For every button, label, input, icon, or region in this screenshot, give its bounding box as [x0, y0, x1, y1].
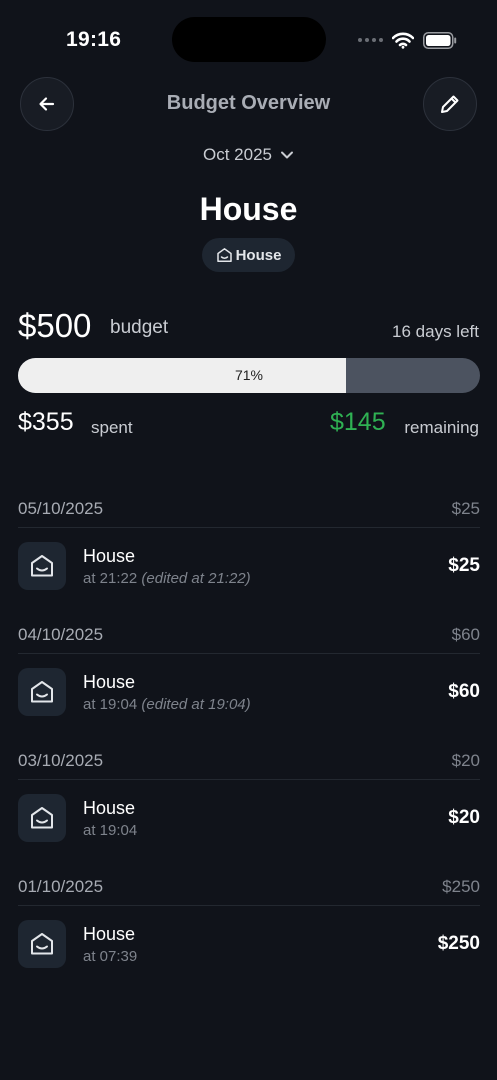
budget-name: House	[199, 191, 298, 227]
spent-label: spent	[91, 418, 133, 437]
status-bar: 19:16	[0, 0, 497, 80]
day-total: $25	[451, 498, 480, 518]
transaction-name: House	[83, 798, 136, 818]
transaction-row[interactable]: House at 19:04 (edited at 19:04) $60	[18, 654, 480, 730]
transaction-time: at 07:39	[83, 948, 138, 965]
transaction-name: House	[83, 924, 136, 944]
transaction-amount: $25	[448, 555, 480, 576]
transaction-list: 05/10/2025 $25 House at 21:22 (edited at…	[18, 490, 480, 994]
cellular-signal-icon	[358, 38, 383, 42]
day-group: 03/10/2025 $20 House at 19:04 $20	[18, 742, 480, 868]
day-total: $250	[442, 876, 480, 896]
transaction-edited-note: (edited at 21:22)	[141, 570, 251, 587]
spent-amount: $355	[18, 408, 74, 436]
category-chip: House	[202, 238, 295, 272]
house-icon	[18, 668, 66, 716]
transaction-row[interactable]: House at 19:04 $20	[18, 780, 480, 856]
transaction-time: at 21:22 (edited at 21:22)	[83, 570, 251, 587]
chevron-down-icon	[281, 151, 293, 159]
budget-amount: $500	[18, 307, 92, 344]
wifi-icon	[392, 32, 414, 49]
budget-overview-screen: 19:16 Budget Overview Oct 2025 House Hou…	[0, 0, 497, 1080]
transaction-name: House	[83, 546, 136, 566]
house-icon	[18, 542, 66, 590]
day-total: $20	[451, 750, 480, 770]
day-header: 01/10/2025 $250	[18, 868, 480, 906]
transaction-row[interactable]: House at 21:22 (edited at 21:22) $25	[18, 528, 480, 604]
day-group: 05/10/2025 $25 House at 21:22 (edited at…	[18, 490, 480, 616]
house-icon	[18, 920, 66, 968]
transaction-row[interactable]: House at 07:39 $250	[18, 906, 480, 982]
days-left: 16 days left	[392, 322, 479, 341]
dynamic-island	[172, 17, 326, 62]
battery-icon	[423, 31, 457, 49]
day-group: 04/10/2025 $60 House at 19:04 (edited at…	[18, 616, 480, 742]
transaction-name: House	[83, 672, 136, 692]
day-group: 01/10/2025 $250 House at 07:39 $250	[18, 868, 480, 994]
transaction-time: at 19:04	[83, 822, 138, 839]
budget-progress-bar: 71%	[18, 358, 480, 393]
budget-amount-label: budget	[110, 317, 169, 338]
day-header: 04/10/2025 $60	[18, 616, 480, 654]
day-date: 04/10/2025	[18, 624, 104, 644]
transaction-edited-note: (edited at 19:04)	[141, 696, 251, 713]
transaction-amount: $20	[448, 807, 480, 828]
category-chip-label: House	[235, 246, 282, 264]
status-time: 19:16	[66, 28, 122, 51]
transaction-amount: $60	[448, 681, 480, 702]
remaining-label: remaining	[404, 418, 479, 437]
day-date: 05/10/2025	[18, 498, 104, 518]
pencil-icon	[441, 95, 459, 113]
month-label: Oct 2025	[203, 145, 272, 164]
remaining-amount: $145	[330, 408, 386, 436]
day-date: 01/10/2025	[18, 876, 104, 896]
transaction-time: at 19:04 (edited at 19:04)	[83, 696, 251, 713]
status-icons	[358, 29, 457, 51]
day-date: 03/10/2025	[18, 750, 104, 770]
house-icon	[18, 794, 66, 842]
month-selector[interactable]: Oct 2025	[0, 145, 497, 165]
day-header: 03/10/2025 $20	[18, 742, 480, 780]
budget-progress-label: 71%	[234, 367, 264, 383]
day-total: $60	[451, 624, 480, 644]
transaction-amount: $250	[437, 933, 480, 954]
edit-button[interactable]	[423, 77, 477, 131]
house-icon	[216, 248, 232, 262]
day-header: 05/10/2025 $25	[18, 490, 480, 528]
